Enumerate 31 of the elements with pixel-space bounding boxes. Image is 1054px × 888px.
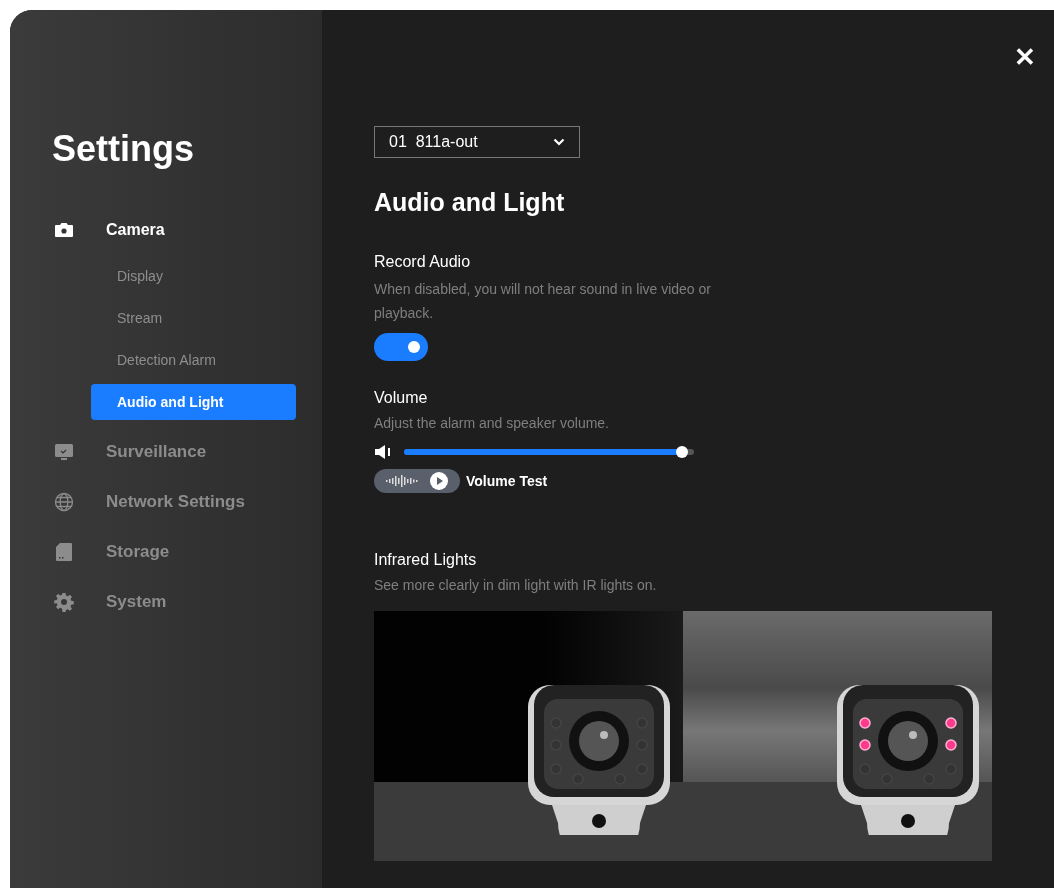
close-button[interactable]: ✕ [1010, 38, 1040, 77]
monitor-icon [54, 443, 74, 461]
volume-label: Volume [374, 389, 429, 407]
device-dropdown[interactable]: 01 811a-out [374, 126, 580, 158]
sidebar-item[interactable]: Audio and Light [91, 384, 296, 420]
speaker-icon [374, 444, 392, 460]
sd-card-icon [54, 542, 74, 562]
gear-icon [54, 592, 74, 612]
record-audio-toggle[interactable] [374, 333, 428, 361]
sidebar-section[interactable]: Network Settings [10, 482, 322, 522]
sidebar-item[interactable]: Display [91, 258, 296, 294]
sidebar-item[interactable]: Stream [91, 300, 296, 336]
camera-icon [54, 222, 74, 238]
record-audio-label: Record Audio [374, 253, 472, 271]
sidebar-section[interactable]: Storage [10, 532, 322, 572]
slider-thumb[interactable] [676, 446, 689, 458]
volume-description: Adjust the alarm and speaker volume. [374, 414, 610, 433]
play-icon [430, 472, 448, 490]
chevron-down-icon [553, 138, 565, 146]
sidebar-section[interactable]: Camera [10, 210, 322, 250]
sidebar-section[interactable]: System [10, 582, 322, 622]
volume-test-label: Volume Test [466, 473, 548, 489]
page-heading: Audio and Light [374, 188, 566, 217]
record-audio-description: When disabled, you will not hear sound in live video or playback. [374, 280, 712, 323]
globe-icon [54, 492, 74, 512]
sidebar-section[interactable]: Surveillance [10, 432, 322, 472]
sidebar-item[interactable]: Detection Alarm [91, 342, 296, 378]
infrared-lights-label: Infrared Lights [374, 551, 478, 569]
infrared-lights-description: See more clearly in dim light with IR lights on. [374, 576, 658, 595]
volume-test-button[interactable] [374, 469, 460, 493]
settings-title: Settings [52, 128, 195, 170]
